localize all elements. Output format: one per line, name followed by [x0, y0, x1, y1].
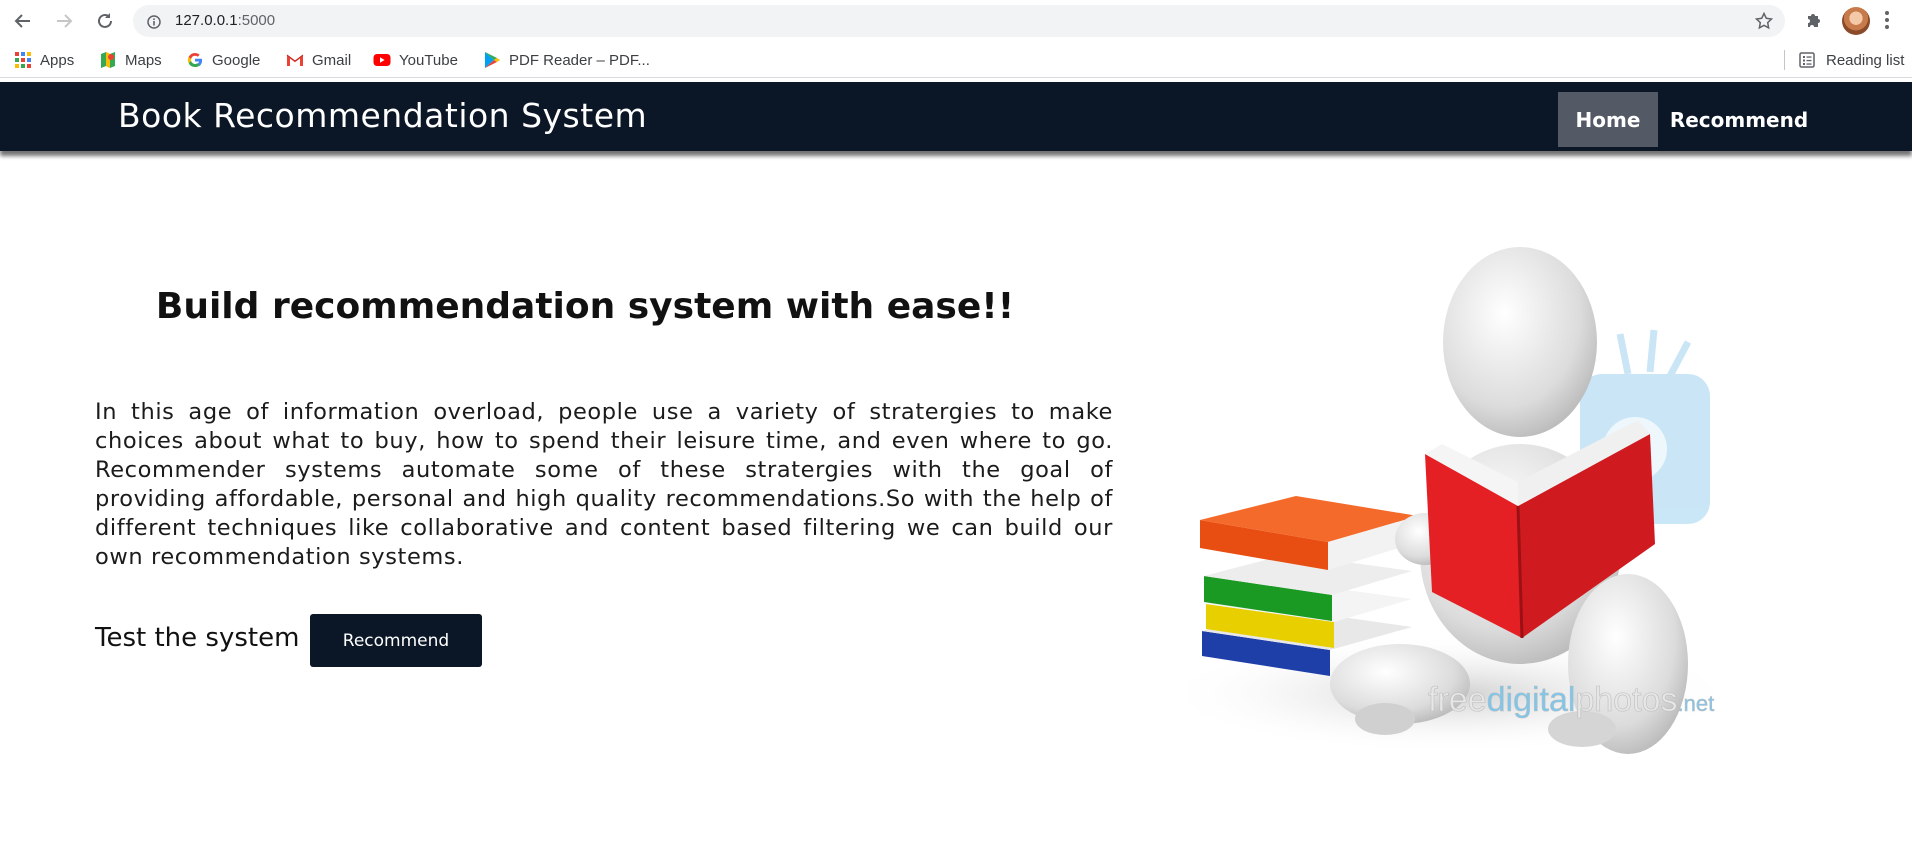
apps-grid-icon: [15, 52, 31, 68]
reading-figure-image: freedigitalphotos.net: [1160, 247, 1740, 754]
recommend-button[interactable]: Recommend: [310, 614, 482, 667]
bookmark-gmail[interactable]: Gmail: [286, 50, 351, 70]
nav-recommend-link[interactable]: Recommend: [1666, 92, 1812, 147]
google-icon: [187, 52, 203, 68]
bookmark-label: YouTube: [399, 51, 458, 69]
bookmark-youtube[interactable]: YouTube: [373, 50, 458, 70]
play-store-icon: [485, 52, 500, 68]
address-bar[interactable]: 127.0.0.1:5000: [133, 5, 1785, 37]
site-brand[interactable]: Book Recommendation System: [118, 96, 647, 135]
bookmark-maps[interactable]: Maps: [99, 50, 162, 70]
hero-description: In this age of information overload, peo…: [95, 399, 1113, 570]
bookmark-google[interactable]: Google: [186, 50, 260, 70]
bookmark-label: Maps: [125, 51, 162, 69]
watermark-suffix: photos: [1575, 681, 1677, 719]
url-text: 127.0.0.1:5000: [175, 12, 275, 29]
reading-list-icon: [1799, 52, 1815, 68]
watermark-prefix: free: [1428, 681, 1487, 719]
url-port: :5000: [237, 12, 276, 29]
bookmark-label: Apps: [40, 51, 75, 69]
watermark-text: freedigitalphotos.net: [1428, 681, 1714, 719]
reading-list-button[interactable]: Reading list: [1784, 50, 1905, 70]
site-info-icon[interactable]: [147, 14, 161, 29]
gmail-icon: [286, 54, 304, 66]
site-navbar: Book Recommendation System Home Recommen…: [0, 82, 1912, 151]
browser-toolbar: 127.0.0.1:5000: [0, 0, 1912, 42]
extensions-puzzle-icon[interactable]: [1804, 10, 1824, 30]
watermark-tld: .net: [1678, 691, 1715, 716]
bookmark-label: Gmail: [312, 51, 352, 69]
browser-menu-icon[interactable]: [1884, 10, 1890, 30]
bookmarks-bar: Apps Maps Google Gmail YouTube PDF Reade…: [0, 42, 1912, 78]
youtube-icon: [373, 54, 391, 66]
bookmark-apps[interactable]: Apps: [14, 50, 74, 70]
back-arrow-icon[interactable]: [11, 9, 35, 33]
reading-figure-illustration: freedigitalphotos.net: [1150, 224, 1752, 768]
url-host: 127.0.0.1: [175, 12, 238, 29]
bookmark-label: PDF Reader – PDF...: [509, 51, 650, 69]
profile-avatar[interactable]: [1842, 7, 1870, 35]
maps-icon: [101, 52, 115, 68]
bookmark-pdf-reader[interactable]: PDF Reader – PDF...: [483, 50, 650, 70]
bookmark-label: Google: [212, 51, 261, 69]
bookmarks-divider: [1784, 50, 1785, 70]
test-system-label: Test the system: [95, 623, 300, 653]
forward-arrow-icon[interactable]: [52, 9, 76, 33]
reading-list-label: Reading list: [1826, 51, 1905, 69]
reload-icon[interactable]: [93, 9, 117, 33]
nav-home-link[interactable]: Home: [1558, 92, 1658, 147]
hero-title: Build recommendation system with ease!!: [155, 286, 1015, 327]
watermark-middle: digital: [1487, 681, 1576, 719]
bookmark-star-icon[interactable]: [1754, 11, 1774, 30]
